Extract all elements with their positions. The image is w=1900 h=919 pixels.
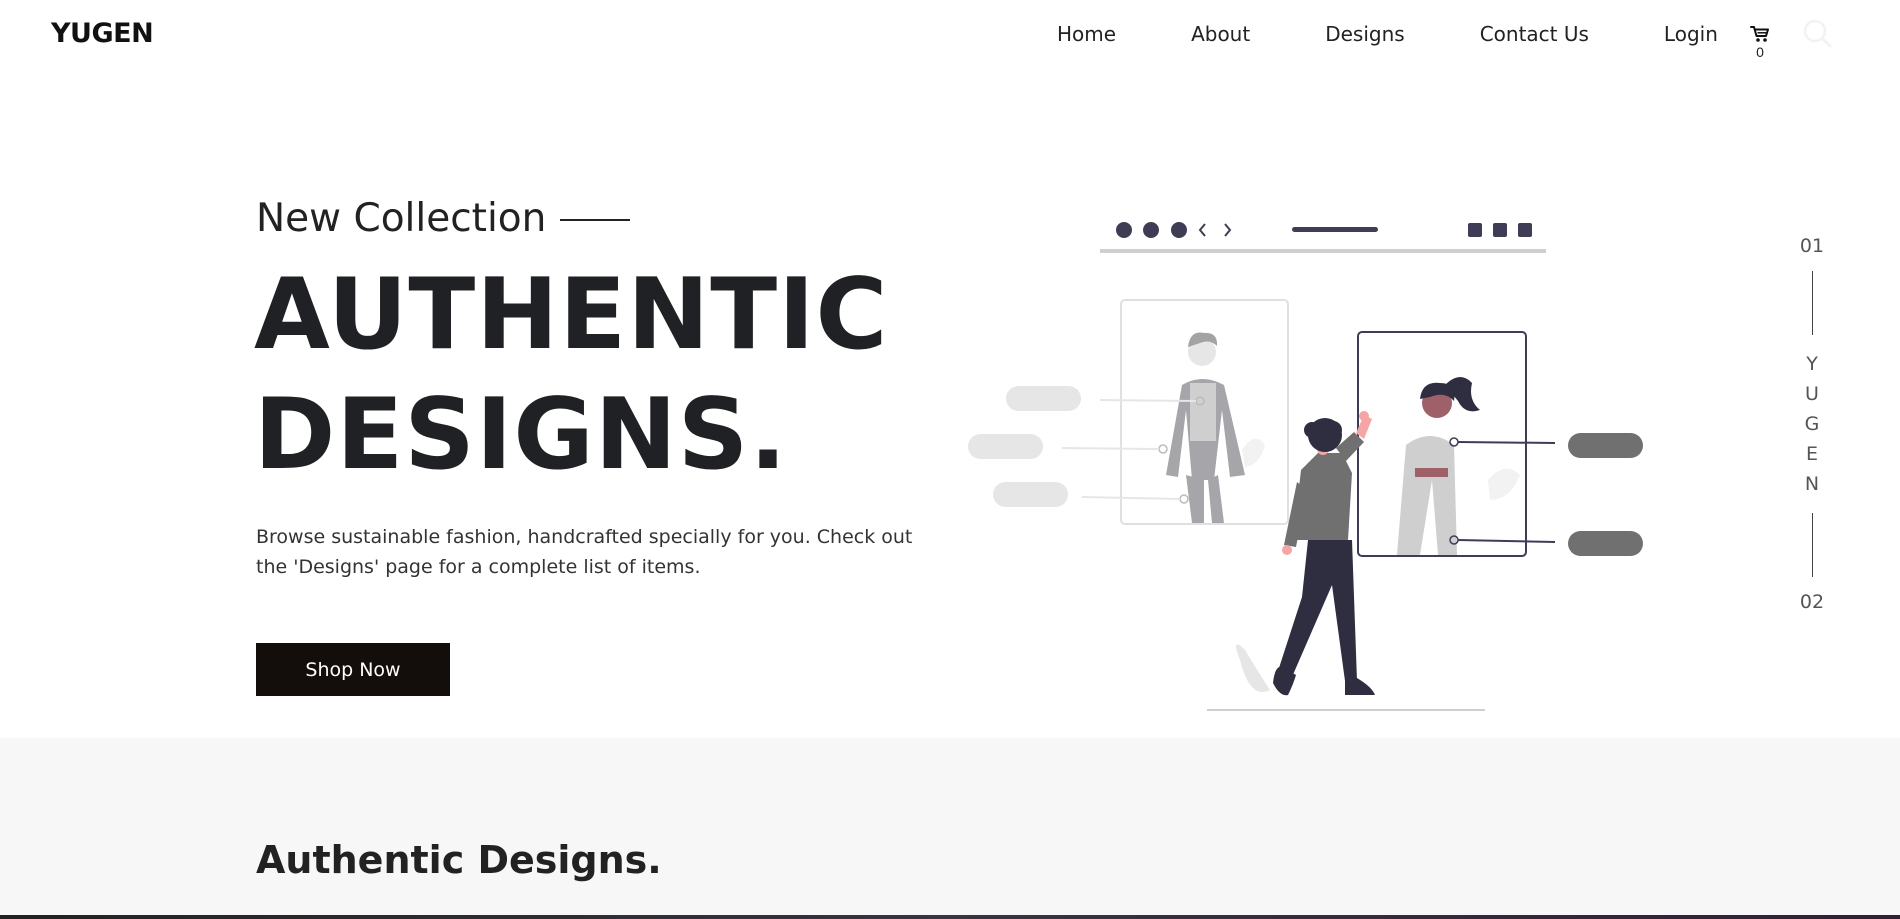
indicator-letter: N xyxy=(1804,473,1820,495)
cart-icon xyxy=(1748,25,1772,43)
indicator-letter: Y xyxy=(1806,353,1818,375)
hero-title-line-1: AUTHENTIC xyxy=(254,258,889,372)
slide-end-number: 02 xyxy=(1799,591,1825,613)
indicator-divider-top xyxy=(1811,271,1813,335)
indicator-letter: E xyxy=(1805,443,1818,465)
slide-start-number: 01 xyxy=(1799,235,1825,257)
nav-links: Home About Designs Contact Us Login xyxy=(1057,22,1793,46)
navbar: YUGEN Home About Designs Contact Us Logi… xyxy=(0,0,1900,70)
hero-title-line-2: DESIGNS. xyxy=(254,378,788,492)
cart-count: 0 xyxy=(1756,44,1764,60)
bottom-edge-bar xyxy=(0,915,1900,919)
section-title: Authentic Designs. xyxy=(256,838,662,882)
nav-link-contact-us[interactable]: Contact Us xyxy=(1480,22,1589,46)
hero-description: Browse sustainable fashion, handcrafted … xyxy=(256,526,913,578)
hero-title: AUTHENTIC DESIGNS. xyxy=(254,255,888,495)
indicator-vertical-word: Y U G E N xyxy=(1788,349,1836,499)
hero-subtitle-text: New Collection xyxy=(256,196,547,241)
nav-link-designs[interactable]: Designs xyxy=(1325,22,1404,46)
search-button[interactable] xyxy=(1803,19,1833,54)
subtitle-line xyxy=(560,219,631,221)
hero-subtitle: New Collection xyxy=(256,196,631,241)
indicator-letter: U xyxy=(1805,383,1819,405)
nav-link-home[interactable]: Home xyxy=(1057,22,1116,46)
cart-button[interactable]: 0 xyxy=(1748,25,1772,60)
search-icon xyxy=(1803,19,1833,53)
shop-now-button[interactable]: Shop Now xyxy=(256,643,450,696)
brand-logo[interactable]: YUGEN xyxy=(51,18,154,49)
slide-indicator: 01 Y U G E N 02 xyxy=(1788,235,1836,613)
authentic-designs-section: Authentic Designs. xyxy=(0,738,1900,919)
fashion-illustration xyxy=(960,205,1650,725)
indicator-letter: G xyxy=(1804,413,1820,435)
nav-link-about[interactable]: About xyxy=(1191,22,1250,46)
indicator-divider-bottom xyxy=(1811,513,1813,577)
nav-link-login[interactable]: Login xyxy=(1664,22,1718,46)
